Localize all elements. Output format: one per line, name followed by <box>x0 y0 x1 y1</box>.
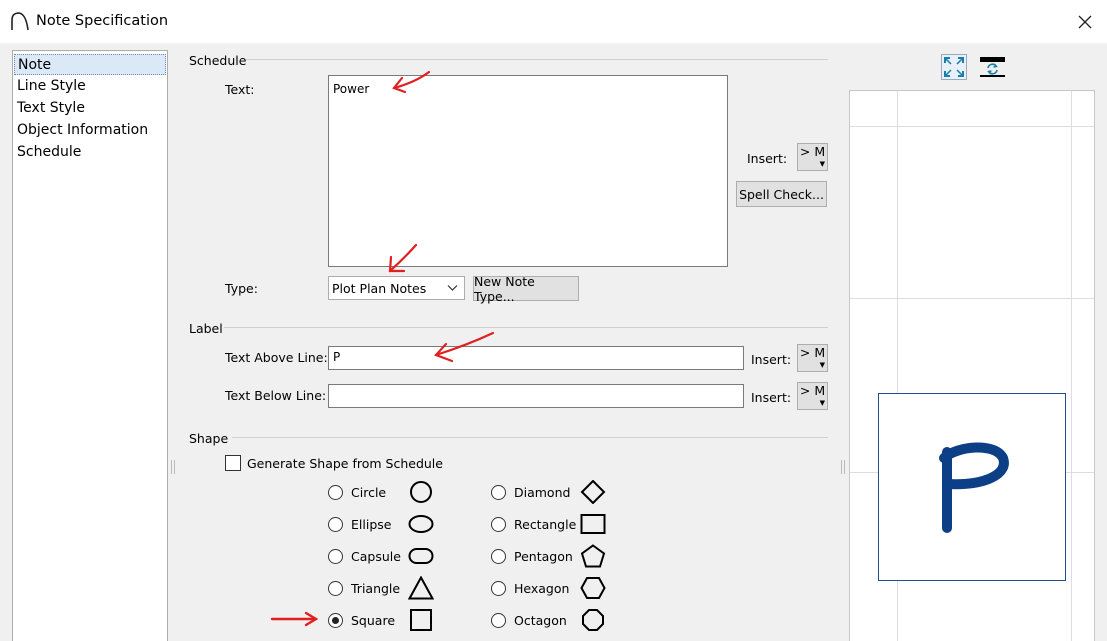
radio-octagon[interactable] <box>491 613 506 628</box>
preview-glyph-drawing <box>939 442 1009 533</box>
circle-shape-icon <box>410 481 432 503</box>
radio-label-capsule: Capsule <box>351 549 401 564</box>
preview-pane[interactable] <box>849 90 1095 641</box>
rectangle-shape-icon <box>580 514 606 534</box>
dropdown-caret-icon: ▼ <box>819 160 825 168</box>
annotation-arrow-icon <box>270 611 319 627</box>
generate-shape-checkbox[interactable] <box>225 455 241 471</box>
chevron-down-icon <box>447 285 458 291</box>
radio-capsule[interactable] <box>328 549 343 564</box>
radio-label-diamond: Diamond <box>514 485 571 500</box>
nav-item-text-style[interactable]: Text Style <box>14 98 166 119</box>
type-label: Type: <box>225 281 258 296</box>
annotation-arrow-icon <box>392 70 431 94</box>
spell-check-button[interactable]: Spell Check... <box>736 181 827 207</box>
annotation-arrow-icon <box>388 243 418 273</box>
shape-group-title: Shape <box>189 431 229 446</box>
note-preview-square <box>878 393 1066 581</box>
hexagon-shape-icon <box>580 577 606 599</box>
app-arc-icon <box>11 12 29 31</box>
above-insert-macro-button[interactable]: > M ▼ <box>797 344 828 372</box>
radio-label-hexagon: Hexagon <box>514 581 570 596</box>
text-above-line-label: Text Above Line: <box>225 350 328 365</box>
schedule-text-value: Power <box>333 82 370 96</box>
text-label: Text: <box>225 82 255 97</box>
fit-to-window-icon[interactable] <box>941 54 967 80</box>
nav-item-schedule[interactable]: Schedule <box>14 142 166 163</box>
radio-circle[interactable] <box>328 485 343 500</box>
annotation-arrow-icon <box>434 331 495 363</box>
radio-pentagon[interactable] <box>491 549 506 564</box>
left-splitter-handle[interactable] <box>171 460 175 474</box>
generate-shape-label: Generate Shape from Schedule <box>247 456 443 471</box>
close-icon <box>1078 15 1092 29</box>
below-insert-macro-button[interactable]: > M ▼ <box>797 382 828 410</box>
radio-label-triangle: Triangle <box>351 581 401 596</box>
nav-item-object-information[interactable]: Object Information <box>14 120 166 141</box>
ellipse-shape-icon <box>408 515 434 533</box>
label-group-title: Label <box>189 321 223 336</box>
right-splitter-handle[interactable] <box>841 460 845 474</box>
text-below-line-label: Text Below Line: <box>225 388 327 403</box>
triangle-shape-icon <box>408 576 434 600</box>
radio-label-square: Square <box>351 613 396 628</box>
grid-line <box>850 126 1094 127</box>
schedule-insert-macro-button[interactable]: > M ▼ <box>797 143 828 171</box>
radio-diamond[interactable] <box>491 485 506 500</box>
schedule-group-divider <box>246 59 828 60</box>
above-insert-label: Insert: <box>751 352 792 367</box>
insert-macro-label: > M <box>799 345 826 360</box>
window-title: Note Specification <box>36 13 169 29</box>
radio-label-circle: Circle <box>351 485 387 500</box>
schedule-group-title: Schedule <box>189 53 247 68</box>
radio-triangle[interactable] <box>328 581 343 596</box>
dropdown-caret-icon: ▼ <box>819 399 825 407</box>
refresh-preview-icon[interactable] <box>979 56 1006 78</box>
schedule-text-area[interactable]: Power <box>328 75 728 267</box>
label-group-divider <box>224 327 828 328</box>
shape-group-divider <box>232 437 828 438</box>
octagon-shape-icon <box>582 609 604 631</box>
insert-macro-label: > M <box>799 144 826 159</box>
dropdown-caret-icon: ▼ <box>819 361 825 369</box>
close-button[interactable] <box>1072 10 1098 34</box>
text-above-line-input[interactable]: P <box>328 346 744 370</box>
radio-hexagon[interactable] <box>491 581 506 596</box>
note-type-value: Plot Plan Notes <box>332 280 427 296</box>
below-insert-label: Insert: <box>751 390 792 405</box>
nav-item-note[interactable]: Note <box>14 54 166 75</box>
square-shape-icon <box>410 609 432 631</box>
diamond-shape-icon <box>580 480 606 504</box>
category-list[interactable]: Note Line Style Text Style Object Inform… <box>12 50 168 641</box>
radio-label-ellipse: Ellipse <box>351 517 392 532</box>
insert-macro-label: > M <box>799 383 826 398</box>
radio-label-rectangle: Rectangle <box>514 517 577 532</box>
radio-ellipse[interactable] <box>328 517 343 532</box>
radio-square[interactable] <box>328 613 343 628</box>
radio-rectangle[interactable] <box>491 517 506 532</box>
radio-label-pentagon: Pentagon <box>514 549 573 564</box>
new-note-type-button[interactable]: New Note Type... <box>473 274 579 304</box>
text-below-line-input[interactable] <box>328 384 744 408</box>
grid-line <box>1071 91 1072 641</box>
note-type-select[interactable]: Plot Plan Notes <box>328 276 465 300</box>
radio-label-octagon: Octagon <box>514 613 567 628</box>
capsule-shape-icon <box>408 548 434 564</box>
nav-item-line-style[interactable]: Line Style <box>14 76 166 97</box>
schedule-insert-label: Insert: <box>747 151 788 166</box>
grid-line <box>850 298 1094 299</box>
pentagon-shape-icon <box>580 544 606 568</box>
text-above-line-value: P <box>333 350 341 364</box>
